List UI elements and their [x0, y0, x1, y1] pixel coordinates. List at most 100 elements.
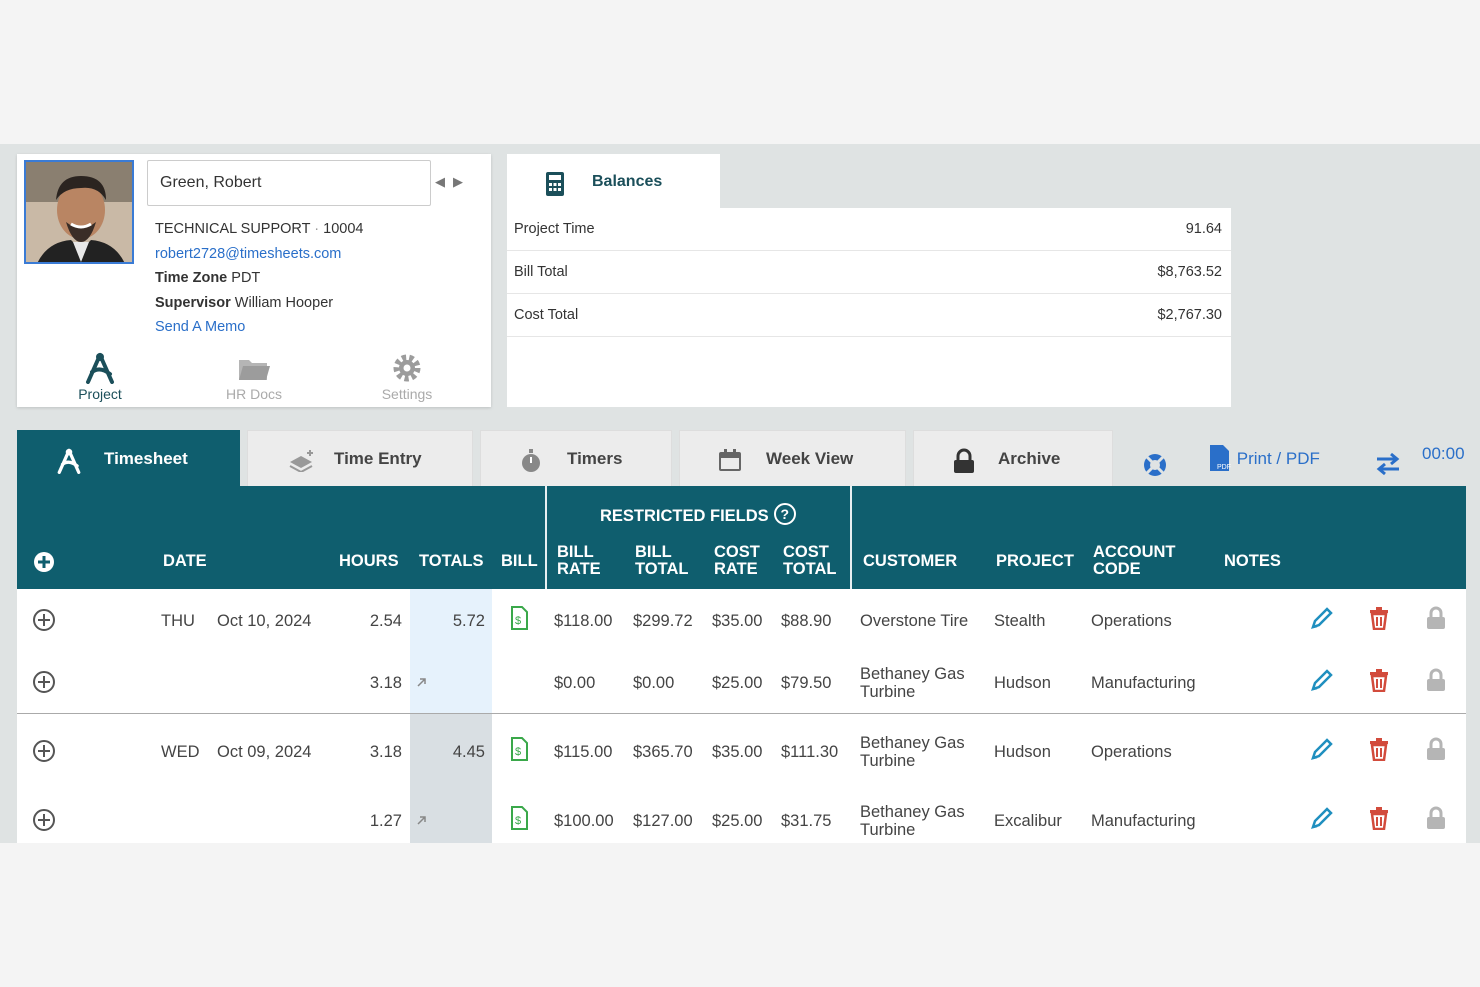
- delete-trash-icon[interactable]: [1368, 806, 1390, 830]
- edit-pencil-icon[interactable]: [1309, 807, 1333, 831]
- gear-icon: [393, 354, 421, 382]
- header-account-code[interactable]: ACCOUNT CODE: [1093, 544, 1176, 578]
- header-bill-rate[interactable]: BILL RATE: [557, 544, 601, 578]
- header-line: TOTAL: [635, 560, 689, 578]
- add-entry-icon[interactable]: [32, 808, 56, 832]
- add-entry-icon[interactable]: [32, 670, 56, 694]
- header-customer[interactable]: CUSTOMER: [863, 553, 957, 570]
- add-row-icon[interactable]: [33, 551, 55, 573]
- timer-display[interactable]: 00:00: [1422, 444, 1465, 464]
- table-row: WED Oct 09, 2024 3.18 4.45 $115.00 $365.70 $35…: [17, 720, 1466, 782]
- lock-icon[interactable]: [1425, 737, 1447, 761]
- svg-text:$: $: [515, 815, 521, 827]
- cell-day: WED: [161, 743, 200, 761]
- print-pdf-button[interactable]: PDF Print / PDF: [1208, 444, 1320, 472]
- help-lifebuoy-icon[interactable]: [1142, 452, 1168, 478]
- next-employee-icon[interactable]: ▶: [453, 174, 471, 189]
- header-line: TOTAL: [783, 560, 837, 578]
- prev-employee-icon[interactable]: ◀: [435, 174, 453, 189]
- edit-pencil-icon[interactable]: [1309, 669, 1333, 693]
- header-line: COST: [783, 543, 829, 561]
- header-line: COST: [714, 543, 760, 561]
- billable-doc-icon[interactable]: $: [510, 737, 530, 761]
- header-totals[interactable]: TOTALS: [419, 553, 483, 570]
- header-bill[interactable]: BILL: [501, 553, 538, 570]
- cell-account-code: Manufacturing: [1091, 674, 1196, 692]
- cell-bill-total: $0.00: [633, 674, 675, 692]
- cell-cost-total: $79.50: [781, 674, 832, 692]
- lock-icon[interactable]: [1425, 606, 1447, 630]
- compass-icon: [86, 353, 114, 384]
- header-line: CODE: [1093, 560, 1141, 578]
- header-date[interactable]: DATE: [163, 553, 207, 570]
- cell-account-code: Operations: [1091, 612, 1172, 630]
- customer-line: Bethaney Gas: [860, 665, 965, 683]
- balance-row: Cost Total $2,767.30: [507, 294, 1231, 337]
- nav-project[interactable]: Project: [50, 352, 150, 402]
- cell-day: THU: [161, 612, 195, 630]
- customer-line: Bethaney Gas: [860, 734, 965, 752]
- folder-icon: [239, 360, 270, 380]
- header-hours[interactable]: HOURS: [339, 553, 399, 570]
- header-bill-total[interactable]: BILL TOTAL: [635, 544, 688, 578]
- department: TECHNICAL SUPPORT: [155, 221, 311, 237]
- balance-value: $8,763.52: [1157, 264, 1222, 280]
- supervisor-label: Supervisor: [155, 294, 231, 311]
- cell-hours: 3.18: [369, 674, 402, 692]
- cell-cost-rate: $25.00: [712, 674, 763, 692]
- svg-text:?: ?: [781, 506, 790, 522]
- nav-hr-docs[interactable]: HR Docs: [204, 352, 304, 402]
- app-area: Green, Robert ◀▶ TECHNICAL SUPPORT · 100…: [0, 144, 1480, 843]
- header-notes[interactable]: NOTES: [1224, 553, 1281, 570]
- edit-pencil-icon[interactable]: [1309, 738, 1333, 762]
- header-cost-total[interactable]: COST TOTAL: [783, 544, 836, 578]
- billable-doc-icon[interactable]: $: [510, 806, 530, 830]
- add-entry-icon[interactable]: [32, 608, 56, 632]
- customer-line: Turbine: [860, 752, 916, 770]
- lock-icon[interactable]: [1425, 668, 1447, 692]
- balance-label: Project Time: [514, 221, 595, 237]
- grid-header: DATE HOURS TOTALS BILL RESTRICTED FIELDS…: [17, 486, 1466, 589]
- help-icon[interactable]: ?: [773, 502, 797, 526]
- cell-customer: Bethaney Gas Turbine: [860, 803, 965, 839]
- cell-project: Excalibur: [994, 812, 1062, 830]
- print-pdf-label: Print / PDF: [1236, 449, 1320, 468]
- tab-balances[interactable]: Balances: [507, 154, 720, 212]
- employee-name-field[interactable]: Green, Robert: [147, 160, 431, 206]
- cell-customer: Bethaney Gas Turbine: [860, 734, 965, 770]
- send-memo-link[interactable]: Send A Memo: [155, 319, 245, 335]
- swap-arrows-icon[interactable]: [1374, 451, 1402, 477]
- delete-trash-icon[interactable]: [1368, 606, 1390, 630]
- edit-pencil-icon[interactable]: [1309, 607, 1333, 631]
- nav-settings[interactable]: Settings: [357, 352, 457, 402]
- add-entry-icon[interactable]: [32, 739, 56, 763]
- header-line: RATE: [714, 560, 758, 578]
- tab-timers[interactable]: Timers: [480, 430, 672, 486]
- tab-time-entry[interactable]: Time Entry: [247, 430, 473, 486]
- separator: ·: [314, 221, 320, 237]
- header-cost-rate[interactable]: COST RATE: [714, 544, 760, 578]
- employee-email-link[interactable]: robert2728@timesheets.com: [155, 246, 341, 262]
- employee-nav-arrows[interactable]: ◀▶: [435, 174, 471, 190]
- tab-week-view[interactable]: Week View: [679, 430, 906, 486]
- table-row: 1.27 $100.00 $127.00 $25.00 $31.75 Excalibur M…: [17, 789, 1466, 843]
- delete-trash-icon[interactable]: [1368, 668, 1390, 692]
- cell-total: 5.72: [452, 612, 485, 630]
- cell-customer: Bethaney Gas Turbine: [860, 665, 965, 701]
- lock-icon: [954, 448, 974, 473]
- header-project[interactable]: PROJECT: [996, 553, 1074, 570]
- header-line: ACCOUNT: [1093, 543, 1176, 561]
- cell-bill-total: $299.72: [633, 612, 693, 630]
- billable-doc-icon[interactable]: $: [510, 606, 530, 630]
- employee-nav: Project HR Docs Settings: [17, 352, 491, 407]
- linked-arrow-icon: [417, 678, 426, 687]
- calendar-icon: [719, 449, 741, 471]
- delete-trash-icon[interactable]: [1368, 737, 1390, 761]
- lock-icon[interactable]: [1425, 806, 1447, 830]
- tab-timesheet[interactable]: Timesheet: [17, 430, 240, 486]
- tab-week-view-label: Week View: [766, 449, 854, 468]
- compass-icon: [57, 448, 81, 474]
- tab-archive[interactable]: Archive: [913, 430, 1113, 486]
- customer-line: Bethaney Gas: [860, 803, 965, 821]
- linked-arrow-icon: [417, 816, 426, 825]
